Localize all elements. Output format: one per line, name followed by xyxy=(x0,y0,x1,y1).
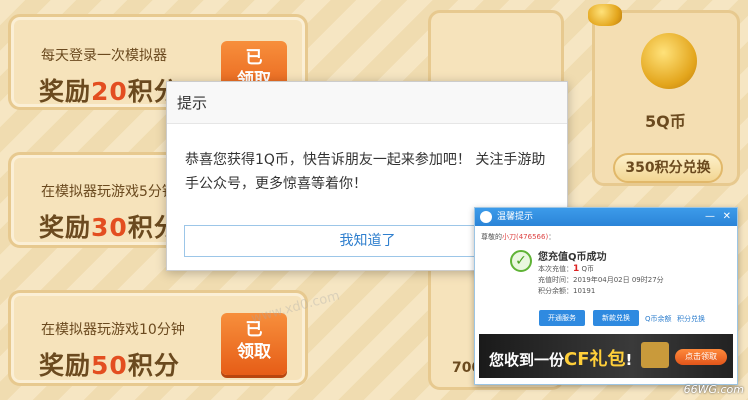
claim-gift-button[interactable]: 点击领取 xyxy=(675,349,727,365)
qq-logo-icon xyxy=(480,211,492,223)
reward-amount: 奖励50积分 xyxy=(39,351,180,380)
minimize-icon[interactable]: — xyxy=(705,208,715,226)
site-watermark: 66WG.com xyxy=(683,383,744,396)
cf-gift-banner[interactable]: 您收到一份CF礼包! 点击领取 xyxy=(479,334,733,378)
shop-card-5q: 5Q币 350积分兑换 xyxy=(592,10,740,186)
gift-box-icon xyxy=(641,342,669,368)
banner-text: 您收到一份CF礼包! xyxy=(489,349,633,370)
open-service-button[interactable]: 开通服务 xyxy=(539,310,585,326)
popup-title: 温馨提示 xyxy=(497,212,534,222)
q-balance-link[interactable]: Q币余额 xyxy=(645,314,672,324)
recharge-time: 充值时间：2019年04月02日 09时27分 xyxy=(538,276,664,284)
points-balance: 积分余额：10191 xyxy=(538,287,596,295)
username: 小刀(476566) xyxy=(502,233,549,241)
reward-amount: 奖励30积分 xyxy=(39,213,180,242)
success-check-icon: ✓ xyxy=(510,250,532,272)
close-icon[interactable]: ✕ xyxy=(723,208,731,226)
exchange-button[interactable]: 350积分兑换 xyxy=(613,153,723,183)
qq-notification-popup: 温馨提示 — ✕ 尊敬的小刀(476566)： ✓ 您充值Q币成功 本次充值：1… xyxy=(474,207,738,385)
recharge-details: ✓ 您充值Q币成功 本次充值：1 Q币 充值时间：2019年04月02日 09时… xyxy=(475,244,737,306)
reward-condition: 每天登录一次模拟器 xyxy=(41,48,167,64)
claim-button[interactable]: 已领取 xyxy=(221,313,287,375)
reward-card-play-10min: 在模拟器玩游戏10分钟 奖励50积分 已领取 xyxy=(8,290,308,386)
recharge-amount: 本次充值：1 Q币 xyxy=(538,264,595,274)
reward-amount: 奖励20积分 xyxy=(39,77,180,106)
reward-condition: 在模拟器玩游戏10分钟 xyxy=(41,322,185,338)
reward-condition: 在模拟器玩游戏5分钟 xyxy=(41,184,176,200)
dialog-message: 恭喜您获得1Q币，快告诉朋友一起来参加吧！ 关注手游助手公众号，更多惊喜等着你！ xyxy=(185,152,546,192)
coin-icon xyxy=(588,4,622,26)
points-exchange-link[interactable]: 积分兑换 xyxy=(677,314,705,324)
popup-greeting: 尊敬的小刀(476566)： xyxy=(481,233,556,241)
popup-titlebar: 温馨提示 — ✕ xyxy=(475,208,737,226)
new-exchange-button[interactable]: 新款兑换 xyxy=(593,310,639,326)
recharge-status: 您充值Q币成功 xyxy=(538,252,607,263)
dialog-title: 提示 xyxy=(167,82,567,124)
coin-icon xyxy=(641,33,697,89)
shop-item-name: 5Q币 xyxy=(645,112,686,131)
